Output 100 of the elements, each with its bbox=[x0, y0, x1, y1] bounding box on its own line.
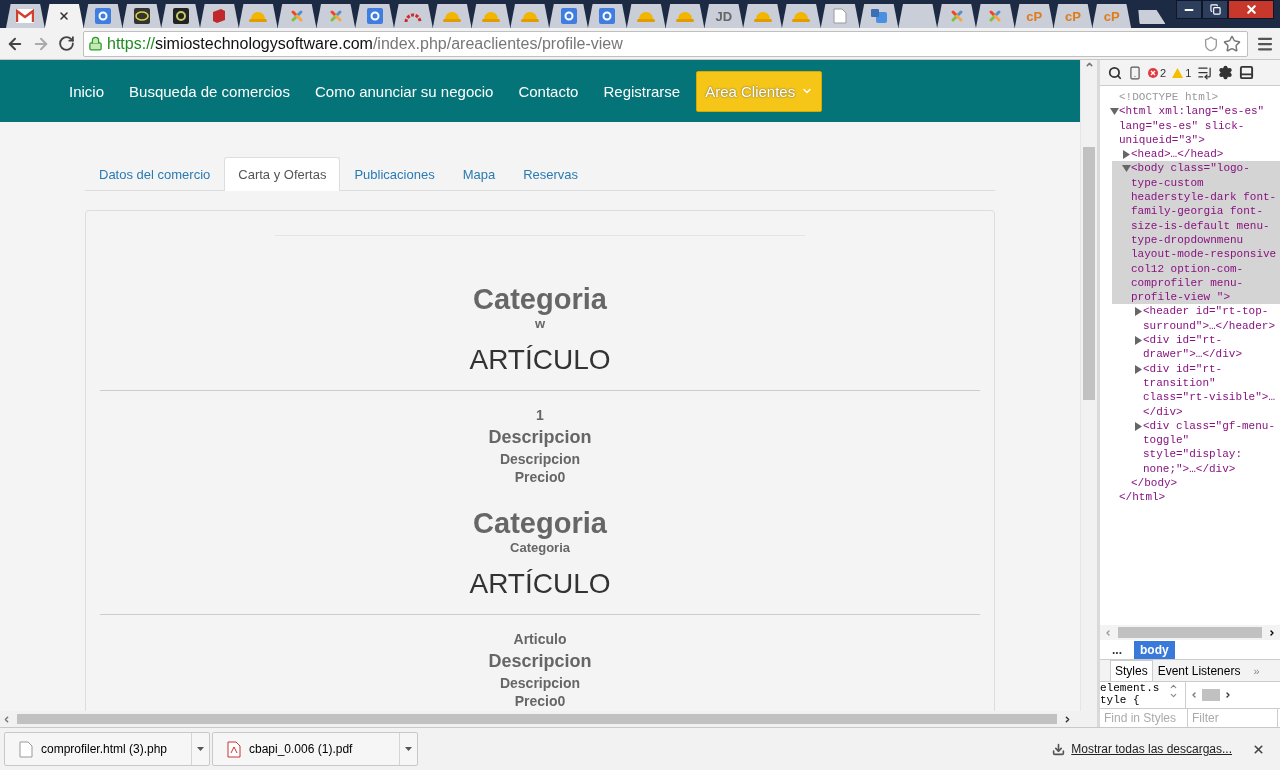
dock-icon[interactable] bbox=[1239, 65, 1255, 80]
scroll-thumb[interactable] bbox=[1083, 147, 1095, 400]
more-tabs-button[interactable]: » bbox=[1253, 665, 1260, 677]
dom-node[interactable]: <div class="gf-menu-toggle" style="display: none;">…</div> bbox=[1124, 418, 1280, 476]
hard-hat-icon bbox=[520, 9, 539, 23]
close-icon[interactable] bbox=[58, 10, 71, 22]
browser-tab[interactable] bbox=[122, 4, 162, 28]
style-rule: element.style { bbox=[1100, 682, 1161, 708]
bookmark-star-icon[interactable] bbox=[1223, 34, 1241, 53]
collapse-triangle-icon[interactable] bbox=[1110, 107, 1119, 117]
error-count: 2 bbox=[1160, 66, 1167, 79]
address-field[interactable]: https://simiostechnologysoftware.com/index.php/areaclientes/profile-view bbox=[83, 30, 1248, 57]
browser-tab[interactable] bbox=[471, 4, 511, 28]
browser-tab[interactable] bbox=[200, 4, 239, 28]
horizontal-scrollbar[interactable] bbox=[1100, 625, 1280, 640]
restore-icon bbox=[1209, 4, 1221, 15]
browser-tab[interactable] bbox=[44, 4, 84, 28]
download-item[interactable]: cbapi_0.006 (1).pdf bbox=[212, 732, 418, 766]
selected-dom-node[interactable]: <body class="logo-type-custom headerstyle-dark font-family-georgia font-size-is-default menu-type-dropdownmenu layout-mode-responsive col12 option-com-comprofiler menu-profile-view "> bbox=[1112, 161, 1280, 305]
hard-hat-icon bbox=[443, 9, 462, 23]
browser-tab[interactable] bbox=[549, 4, 588, 28]
browser-tab[interactable] bbox=[975, 4, 1015, 28]
scroll-thumb[interactable] bbox=[17, 714, 1057, 724]
minimize-button[interactable] bbox=[1176, 0, 1202, 19]
browser-tab[interactable] bbox=[316, 4, 356, 28]
scroll-thumb[interactable] bbox=[1118, 627, 1262, 638]
dom-node[interactable]: <div id="rt-drawer">…</div> bbox=[1124, 333, 1280, 362]
nav-link[interactable]: Registrarse bbox=[594, 70, 690, 112]
scroll-left-icon[interactable] bbox=[2, 714, 11, 724]
browser-tab[interactable] bbox=[83, 4, 123, 28]
browser-tab[interactable] bbox=[898, 4, 938, 28]
google-icon bbox=[560, 8, 577, 24]
browser-tab[interactable] bbox=[587, 4, 627, 28]
item-price: Precio0 bbox=[514, 468, 566, 486]
browser-tab[interactable] bbox=[937, 4, 976, 28]
scroll-thumb[interactable] bbox=[1202, 689, 1220, 701]
maximize-button[interactable] bbox=[1202, 0, 1228, 19]
dom-node[interactable]: <head>…</head> bbox=[1112, 147, 1280, 162]
scroll-right-icon[interactable] bbox=[1268, 628, 1276, 637]
hard-hat-icon bbox=[249, 9, 268, 23]
collapse-triangle-icon[interactable] bbox=[1122, 164, 1131, 174]
scroll-left-icon[interactable] bbox=[1190, 691, 1198, 699]
nav-link[interactable]: Contacto bbox=[509, 70, 588, 112]
browser-tab[interactable] bbox=[665, 4, 705, 28]
search-icon[interactable] bbox=[1108, 65, 1122, 80]
browser-tab[interactable]: JD bbox=[704, 4, 744, 28]
dom-node[interactable]: <html xml:lang="es-es" lang="es-es" slick-uniqueid="3"> bbox=[1100, 104, 1280, 148]
browser-tab[interactable] bbox=[393, 4, 433, 28]
scroll-right-icon[interactable] bbox=[1063, 714, 1072, 724]
tab-label: JD bbox=[715, 8, 733, 24]
browser-tab[interactable] bbox=[510, 4, 550, 28]
item-name: Descripcion bbox=[488, 650, 592, 673]
dom-node[interactable]: <header id="rt-top-surround">…</header> bbox=[1124, 304, 1280, 334]
scroll-down-icon[interactable] bbox=[1169, 691, 1178, 700]
browser-tab[interactable] bbox=[161, 4, 200, 28]
profile-tab[interactable]: Carta y Ofertas bbox=[224, 157, 341, 191]
translate-icon bbox=[869, 8, 888, 24]
dom-node[interactable]: <!DOCTYPE html> bbox=[1100, 90, 1280, 105]
breadcrumb-item[interactable]: body bbox=[1134, 640, 1175, 659]
download-item[interactable]: comprofiler.html (3).php bbox=[4, 732, 210, 766]
browser-tab[interactable] bbox=[626, 4, 666, 28]
error-icon bbox=[1148, 67, 1158, 78]
browser-tab[interactable] bbox=[859, 4, 899, 28]
panel-tab[interactable]: Event Listeners bbox=[1152, 660, 1246, 681]
expand-triangle-icon[interactable] bbox=[1134, 307, 1143, 317]
nav-link[interactable]: Como anunciar su negocio bbox=[305, 70, 503, 112]
profile-tab[interactable]: Publicaciones bbox=[340, 157, 449, 191]
nav-link[interactable]: Inicio bbox=[60, 70, 114, 112]
expand-triangle-icon[interactable] bbox=[1134, 364, 1143, 374]
browser-tab[interactable] bbox=[781, 4, 821, 28]
scroll-left-icon[interactable] bbox=[1104, 628, 1112, 637]
reload-icon[interactable] bbox=[58, 35, 75, 52]
profile-tab[interactable]: Mapa bbox=[448, 157, 510, 191]
vertical-scrollbar[interactable] bbox=[1080, 60, 1097, 711]
browser-tab[interactable] bbox=[820, 4, 860, 28]
scroll-up-icon[interactable] bbox=[1169, 682, 1178, 691]
breadcrumb-item[interactable]: ... bbox=[1106, 640, 1128, 659]
panel-tab[interactable]: Styles bbox=[1110, 660, 1153, 681]
device-icon[interactable] bbox=[1128, 65, 1142, 80]
show-all-downloads-link[interactable]: Mostrar todas las descargas... bbox=[1052, 742, 1232, 756]
profile-tab[interactable]: Reservas bbox=[509, 157, 593, 191]
browser-tab[interactable] bbox=[743, 4, 782, 28]
expand-triangle-icon[interactable] bbox=[1122, 150, 1131, 160]
browser-tab[interactable] bbox=[238, 4, 278, 28]
browser-tab[interactable] bbox=[6, 4, 45, 28]
expand-triangle-icon[interactable] bbox=[1134, 336, 1143, 346]
settings-icon[interactable] bbox=[1218, 65, 1234, 80]
dom-node[interactable]: <div id="rt-transition" class="rt-visible">…</div> bbox=[1124, 361, 1280, 419]
close-window-button[interactable] bbox=[1228, 0, 1274, 19]
browser-tab[interactable] bbox=[277, 4, 317, 28]
scroll-right-icon[interactable] bbox=[1224, 691, 1232, 699]
close-icon[interactable] bbox=[1251, 742, 1265, 756]
shield-icon[interactable] bbox=[1203, 35, 1219, 52]
scroll-up-icon[interactable] bbox=[1084, 60, 1094, 69]
expand-triangle-icon[interactable] bbox=[1134, 421, 1143, 431]
browser-tab[interactable] bbox=[432, 4, 472, 28]
profile-tab[interactable]: Datos del comercio bbox=[85, 157, 225, 191]
browser-tab[interactable] bbox=[355, 4, 394, 28]
nav-link[interactable]: Busqueda de comercios bbox=[120, 70, 299, 112]
console-icon[interactable] bbox=[1197, 65, 1213, 80]
